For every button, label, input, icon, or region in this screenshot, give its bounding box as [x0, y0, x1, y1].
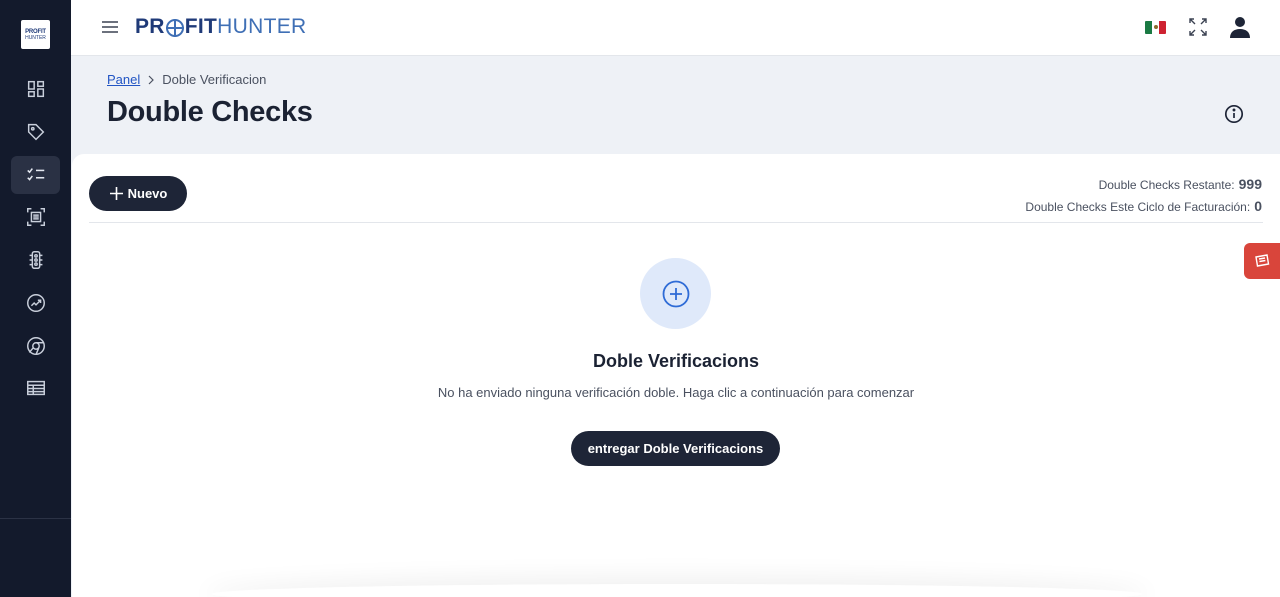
sidebar-item-extension[interactable] — [11, 327, 60, 365]
page-title: Double Checks — [107, 96, 313, 128]
bottom-shadow — [212, 584, 1142, 597]
card-divider — [89, 222, 1263, 223]
breadcrumb-root-link[interactable]: Panel — [107, 72, 140, 87]
sidebar-item-traffic[interactable] — [11, 241, 60, 279]
remaining-value: 999 — [1238, 176, 1262, 192]
sidebar: PROFIT HUNTER — [0, 0, 71, 597]
chart-icon — [26, 294, 45, 312]
remaining-label: Double Checks Restante: — [1098, 178, 1235, 192]
sidebar-item-scanner[interactable] — [11, 198, 60, 236]
brand-text-2: FIT — [184, 15, 218, 38]
fullscreen-icon[interactable] — [1189, 18, 1207, 36]
checklist-icon — [26, 168, 44, 181]
brand-logo[interactable]: PR FIT HUNTER — [135, 15, 306, 39]
sidebar-divider — [0, 518, 71, 519]
breadcrumb: Panel Doble Verificacion — [107, 72, 266, 87]
sidebar-logo[interactable]: PROFIT HUNTER — [21, 20, 50, 49]
brand-text-3: HUNTER — [217, 15, 307, 38]
submit-double-check-button[interactable]: entregar Doble Verificacions — [571, 431, 780, 466]
cycle-stat: Double Checks Este Ciclo de Facturación:… — [1025, 196, 1262, 218]
info-icon[interactable] — [1224, 104, 1244, 124]
new-button[interactable]: Nuevo — [89, 176, 187, 211]
chrome-icon — [26, 337, 45, 355]
logo-line-2: HUNTER — [25, 34, 46, 41]
plus-circle-icon — [662, 280, 689, 307]
user-avatar-icon[interactable] — [1230, 16, 1250, 38]
sidebar-item-dashboard[interactable] — [11, 70, 60, 108]
ticket-icon — [1255, 254, 1270, 267]
traffic-light-icon — [29, 251, 42, 269]
crosshair-icon — [165, 19, 184, 37]
dashboard-icon — [27, 80, 44, 98]
hamburger-menu-icon[interactable] — [101, 18, 119, 36]
usage-stats: Double Checks Restante: 999 Double Checks… — [1025, 174, 1262, 218]
empty-state-text: No ha enviado ninguna verificación doble… — [437, 385, 915, 400]
chevron-right-icon — [148, 75, 155, 84]
scan-icon — [26, 208, 45, 226]
double-checks-card: Nuevo Double Checks Restante: 999 Double … — [72, 154, 1280, 597]
remaining-stat: Double Checks Restante: 999 — [1025, 174, 1262, 196]
empty-state-icon-circle — [640, 258, 711, 329]
cycle-label: Double Checks Este Ciclo de Facturación: — [1025, 200, 1251, 214]
sidebar-item-double-checks[interactable] — [11, 156, 60, 194]
feedback-tab[interactable] — [1244, 243, 1280, 279]
top-header: PR FIT HUNTER — [71, 0, 1280, 56]
plus-icon — [109, 187, 123, 200]
breadcrumb-current: Doble Verificacion — [162, 72, 267, 87]
table-icon — [26, 380, 45, 396]
tag-icon — [27, 123, 44, 141]
sidebar-item-analytics[interactable] — [11, 284, 60, 322]
sidebar-item-tags[interactable] — [11, 113, 60, 151]
cycle-value: 0 — [1254, 198, 1262, 214]
new-button-label: Nuevo — [127, 186, 168, 201]
mexico-flag-icon[interactable] — [1145, 21, 1166, 34]
sidebar-item-table[interactable] — [11, 369, 60, 407]
brand-text-1: PR — [135, 15, 165, 38]
empty-state-title: Doble Verificacions — [592, 351, 760, 371]
